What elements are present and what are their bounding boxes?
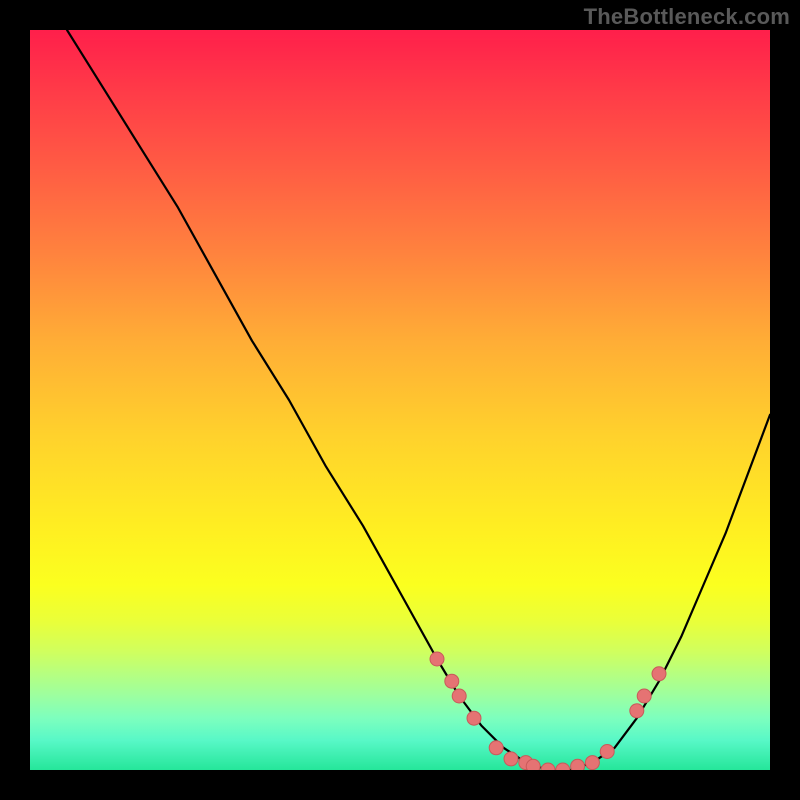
data-marker <box>467 711 481 725</box>
data-markers <box>430 652 666 770</box>
bottleneck-curve <box>67 30 770 770</box>
data-marker <box>556 763 570 770</box>
chart-frame: TheBottleneck.com <box>0 0 800 800</box>
data-marker <box>526 759 540 770</box>
data-marker <box>504 752 518 766</box>
data-marker <box>541 763 555 770</box>
data-marker <box>637 689 651 703</box>
attribution-label: TheBottleneck.com <box>584 4 790 30</box>
data-marker <box>445 674 459 688</box>
data-marker <box>452 689 466 703</box>
data-marker <box>585 756 599 770</box>
data-marker <box>652 667 666 681</box>
data-marker <box>489 741 503 755</box>
data-marker <box>630 704 644 718</box>
plot-area <box>30 30 770 770</box>
data-marker <box>430 652 444 666</box>
chart-svg <box>30 30 770 770</box>
data-marker <box>600 745 614 759</box>
data-marker <box>571 759 585 770</box>
